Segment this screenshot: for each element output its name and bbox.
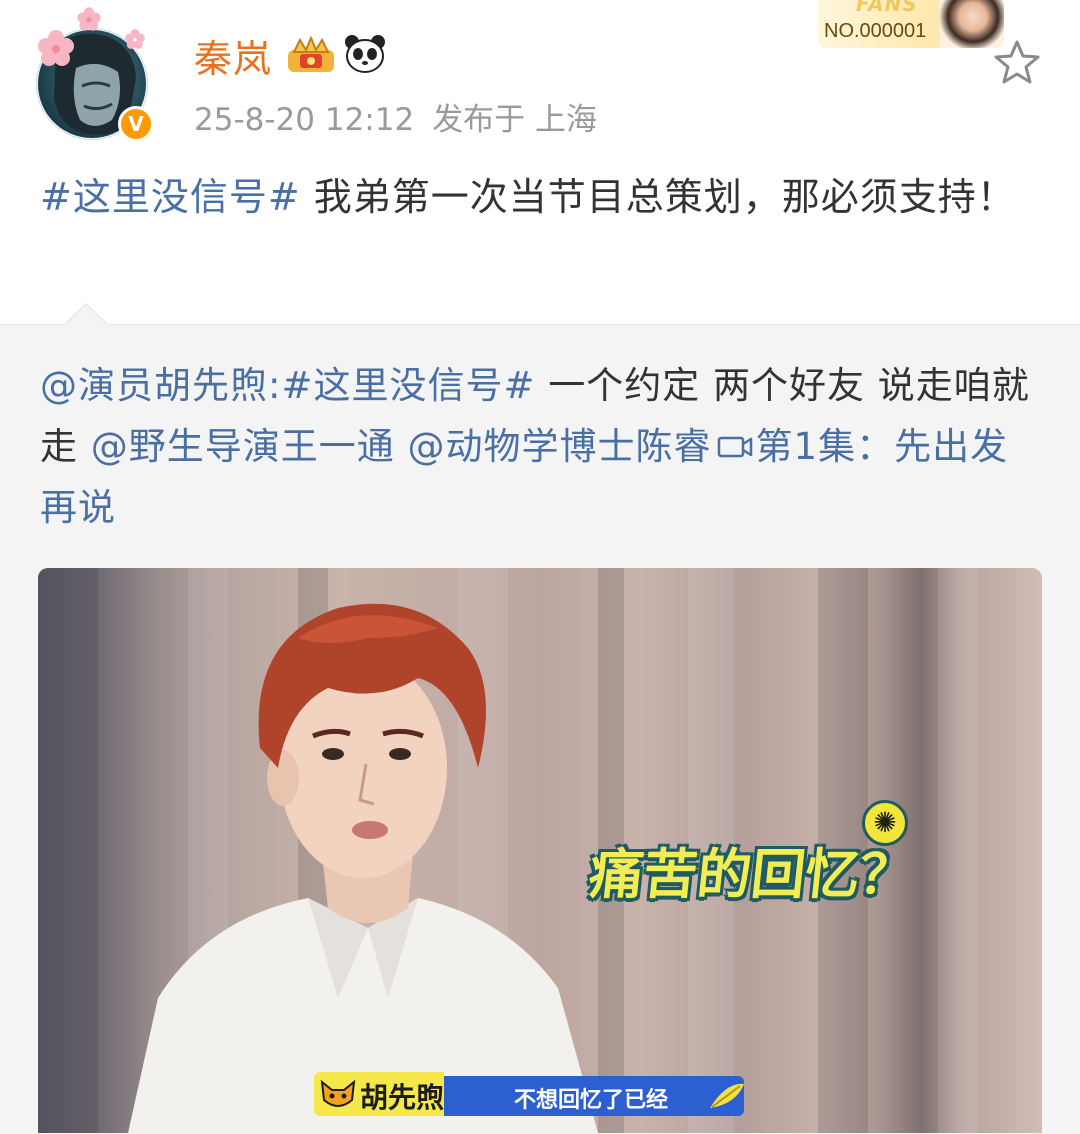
fans-word: FANS [856, 0, 918, 16]
repost-space [395, 425, 408, 468]
fox-icon [320, 1079, 356, 1107]
video-link-icon [717, 436, 752, 458]
panda-icon[interactable] [344, 34, 386, 74]
fans-card[interactable]: FANS NO.000001 [818, 0, 1004, 48]
repost-body: @演员胡先煦:#这里没信号# 一个约定 两个好友 说走咱就走 @野生导演王一通 … [40, 355, 1030, 538]
leaf-icon [710, 1083, 744, 1108]
fans-number: NO.000001 [824, 20, 927, 42]
repost-hashtag[interactable]: #这里没信号# [281, 364, 535, 407]
username[interactable]: 秦岚 [194, 28, 272, 83]
mention-director[interactable]: @野生导演王一通 [91, 425, 395, 468]
star-icon[interactable] [992, 38, 1042, 86]
post-hashtag[interactable]: #这里没信号# [40, 175, 301, 219]
verified-badge: V [118, 106, 154, 142]
scribble-icon: ✺ [862, 800, 908, 846]
crown-icon[interactable] [286, 36, 336, 74]
post-body: #这里没信号# 我弟第一次当节目总策划，那必须支持！ [40, 166, 1030, 228]
post-text: 我弟第一次当节目总策划，那必须支持！ [300, 175, 1016, 219]
subtitle-text: 不想回忆了已经 [514, 1088, 669, 1113]
flower-icon [38, 30, 74, 66]
flower-icon [125, 29, 145, 49]
video-caption: 痛苦的回忆？ [586, 843, 917, 906]
name-tag: 胡先煦 [314, 1072, 444, 1116]
name-tag-text: 胡先煦 [360, 1081, 445, 1114]
subtitle-bar: 不想回忆了已经 [444, 1076, 744, 1116]
post-timestamp: 25-8-20 12:12 [194, 102, 415, 138]
repost-pointer [64, 302, 108, 326]
mention-author[interactable]: @演员胡先煦 [40, 364, 268, 407]
post-location: 发布于 上海 [432, 102, 598, 138]
mention-separator: : [268, 364, 282, 407]
flower-icon [77, 7, 101, 31]
mention-doctor[interactable]: @动物学博士陈睿 [408, 425, 712, 468]
post-meta: 25-8-20 12:12 发布于 上海 [194, 94, 615, 139]
avatar[interactable]: V [36, 7, 156, 148]
